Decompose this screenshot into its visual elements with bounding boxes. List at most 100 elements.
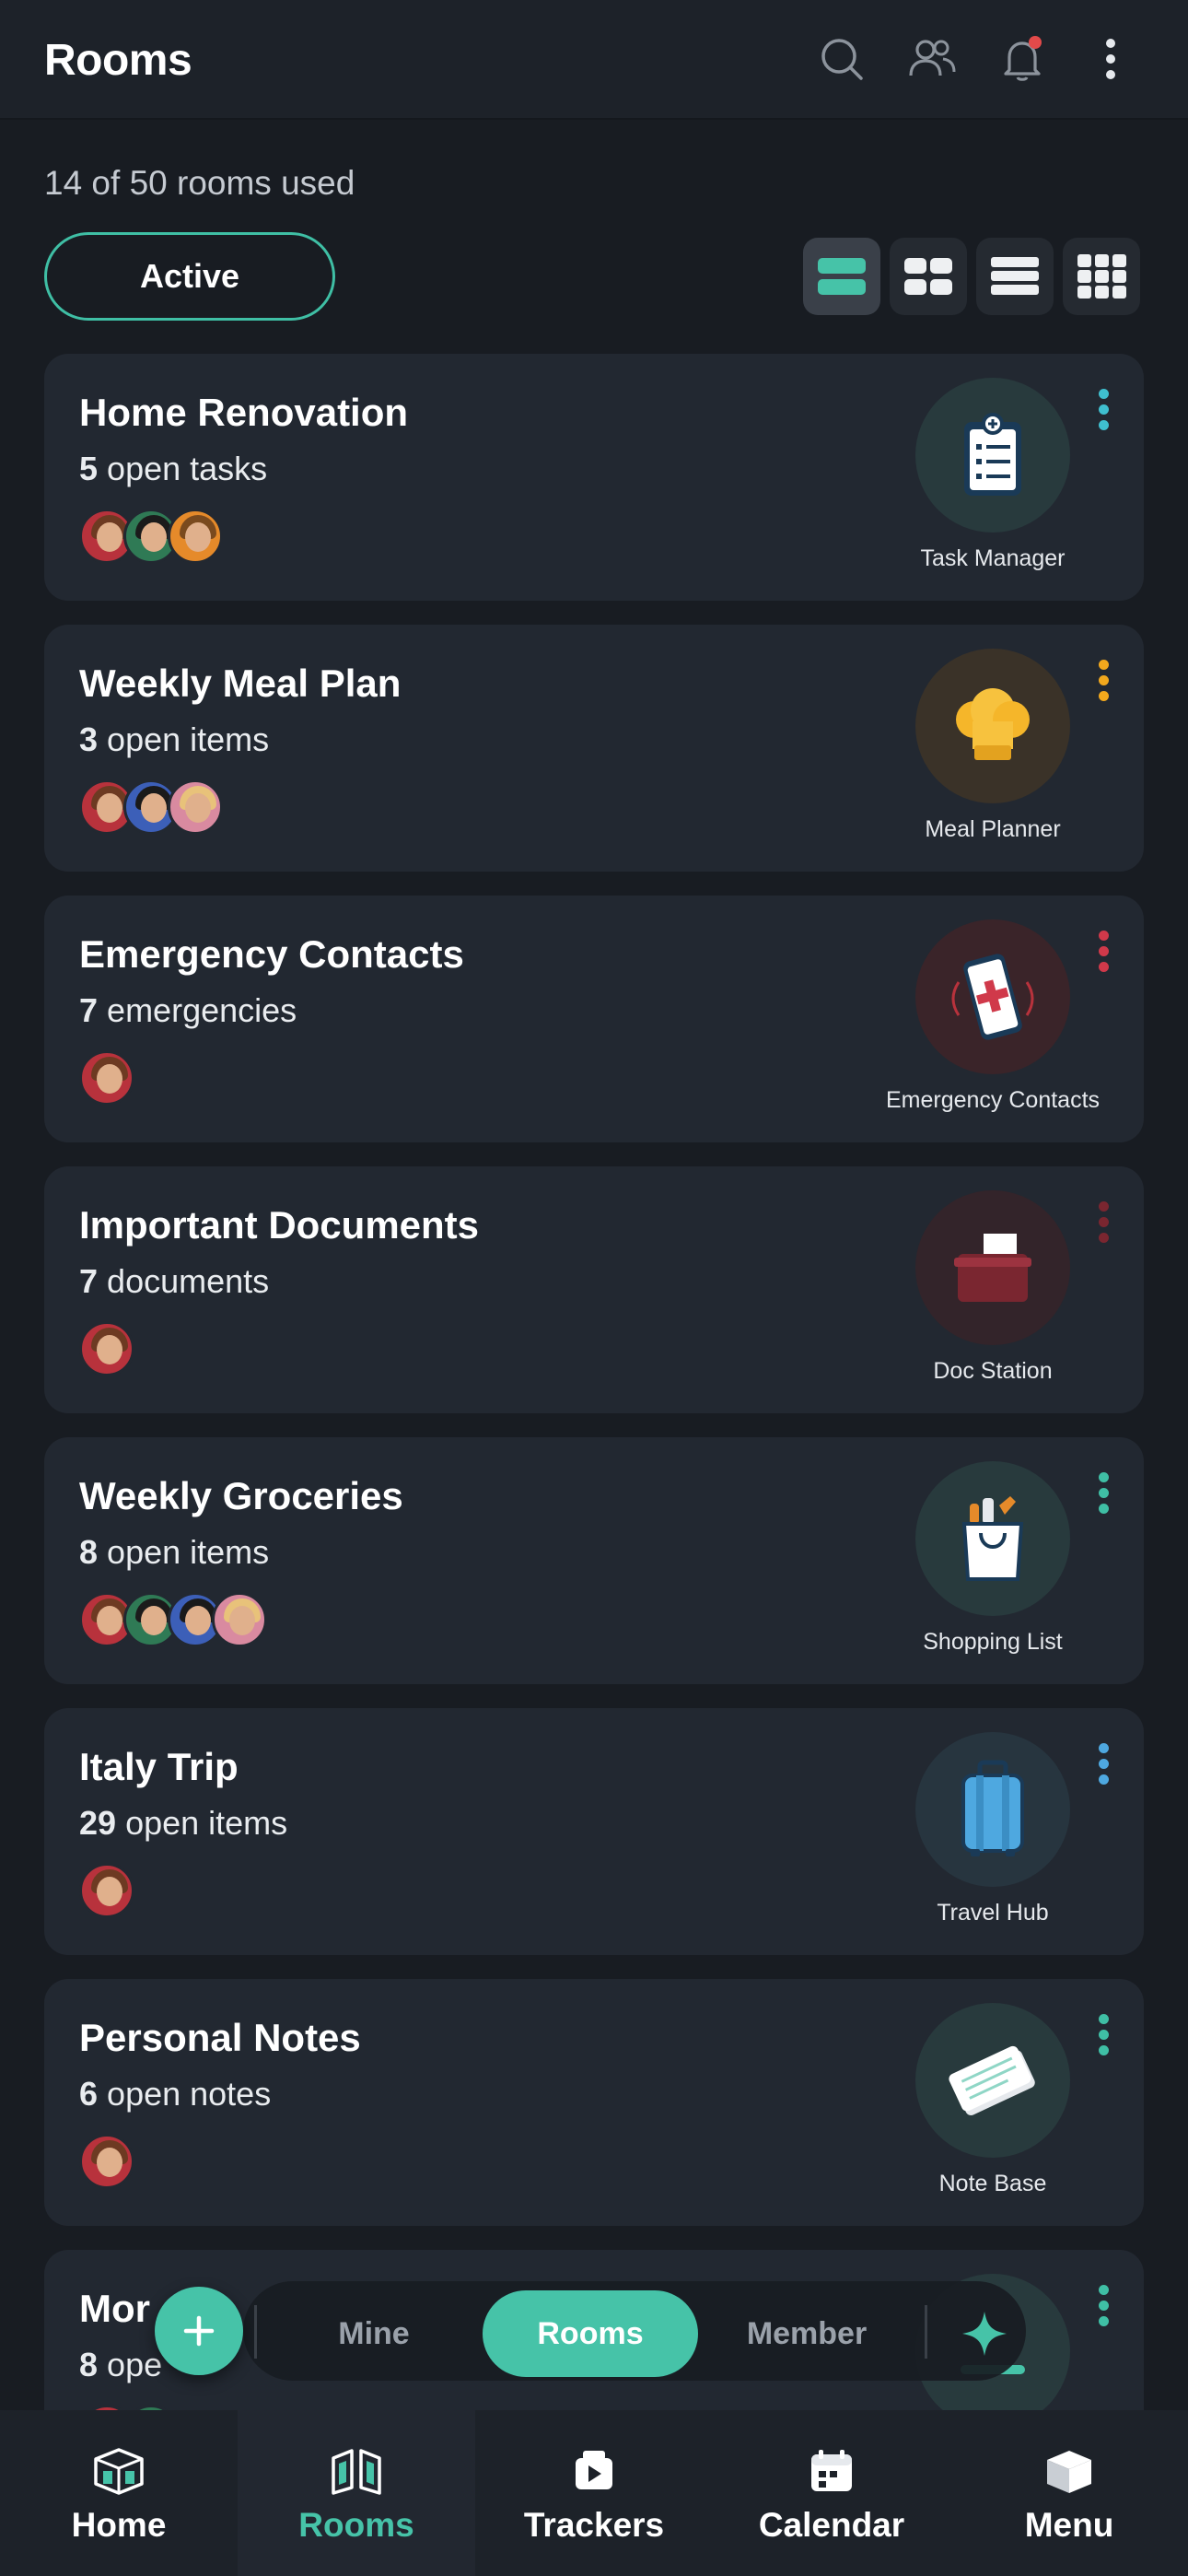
room-count-number: 8 xyxy=(79,2346,99,2383)
home-cube-icon xyxy=(91,2447,146,2495)
view-grid-2-button[interactable] xyxy=(890,238,967,315)
people-icon[interactable] xyxy=(903,29,961,88)
room-item-count: 6 open notes xyxy=(79,2075,271,2113)
app-label: Task Manager xyxy=(920,545,1066,571)
room-app-badge[interactable]: Note Base xyxy=(855,2003,1131,2215)
room-app-badge[interactable]: Shopping List xyxy=(855,1461,1131,1673)
avatar xyxy=(212,1592,267,1647)
avatar xyxy=(79,1050,134,1106)
menu-cube-icon xyxy=(1042,2447,1097,2495)
room-count-label: open items xyxy=(107,720,270,758)
view-list-large-button[interactable] xyxy=(803,238,880,315)
room-count-number: 7 xyxy=(79,1262,99,1300)
search-icon[interactable] xyxy=(812,29,871,88)
notepad-icon xyxy=(915,2003,1070,2158)
nav-trackers[interactable]: Trackers xyxy=(475,2410,713,2576)
bottom-navigation: Home Rooms Trackers Calendar Menu xyxy=(0,2410,1188,2576)
tab-member[interactable]: Member xyxy=(724,2290,890,2377)
room-name: Weekly Groceries xyxy=(79,1474,403,1517)
app-label: Doc Station xyxy=(933,1358,1053,1384)
view-list-compact-button[interactable] xyxy=(976,238,1054,315)
room-card[interactable]: Home Renovation 5 open tasks Task Manager xyxy=(44,354,1144,601)
room-options-icon[interactable] xyxy=(1094,2014,1112,2060)
room-options-icon[interactable] xyxy=(1094,2285,1112,2331)
room-name: Important Documents xyxy=(79,1203,480,1247)
room-card[interactable]: Important Documents 7 documents Doc Statio… xyxy=(44,1166,1144,1413)
room-count-label: emergencies xyxy=(107,991,297,1029)
app-label: Note Base xyxy=(938,2171,1047,2196)
room-app-badge[interactable]: Emergency Contacts xyxy=(855,919,1131,1131)
active-filter-button[interactable]: Active xyxy=(44,232,335,321)
member-avatars xyxy=(79,1863,134,1922)
room-count-number: 3 xyxy=(79,720,99,758)
member-avatars xyxy=(79,779,223,838)
nav-menu-label: Menu xyxy=(1024,2506,1114,2544)
room-app-badge[interactable]: Task Manager xyxy=(855,378,1131,590)
room-item-count: 7 emergencies xyxy=(79,991,297,1030)
room-count-label: documents xyxy=(107,1262,270,1300)
app-label: Meal Planner xyxy=(925,816,1061,842)
app-label: Travel Hub xyxy=(937,1900,1049,1926)
room-app-badge[interactable]: Meal Planner xyxy=(855,649,1131,861)
room-name: Mor xyxy=(79,2287,150,2330)
room-card[interactable]: Weekly Groceries 8 open items Shopping Lis… xyxy=(44,1437,1144,1684)
room-count-label: open items xyxy=(125,1804,288,1842)
room-options-icon[interactable] xyxy=(1094,1472,1112,1518)
room-count-number: 29 xyxy=(79,1804,117,1842)
room-name: Weekly Meal Plan xyxy=(79,662,402,705)
bell-icon[interactable] xyxy=(993,29,1052,88)
room-count-number: 7 xyxy=(79,991,99,1029)
room-count-number: 5 xyxy=(79,450,99,487)
avatar xyxy=(79,1321,134,1376)
avatar xyxy=(168,779,223,835)
room-item-count: 5 open tasks xyxy=(79,450,267,488)
room-options-icon[interactable] xyxy=(1094,389,1112,435)
rooms-usage-text: 14 of 50 rooms used xyxy=(44,164,355,202)
nav-rooms[interactable]: Rooms xyxy=(238,2410,475,2576)
avatar xyxy=(79,2134,134,2189)
room-count-label: open tasks xyxy=(107,450,268,487)
nav-home-label: Home xyxy=(71,2506,167,2544)
room-count-label: open items xyxy=(107,1533,270,1571)
suitcase-icon xyxy=(915,1732,1070,1887)
view-grid-3-button[interactable] xyxy=(1063,238,1140,315)
room-options-icon[interactable] xyxy=(1094,660,1112,706)
nav-calendar[interactable]: Calendar xyxy=(713,2410,950,2576)
member-avatars xyxy=(79,1592,267,1651)
list-compact-icon xyxy=(991,257,1039,295)
room-card[interactable]: Weekly Meal Plan 3 open items Meal Planner xyxy=(44,625,1144,872)
room-card[interactable]: Italy Trip 29 open items Travel Hub xyxy=(44,1708,1144,1955)
switcher-divider xyxy=(254,2305,257,2359)
top-app-bar: Rooms xyxy=(0,0,1188,120)
more-vertical-icon[interactable] xyxy=(1081,29,1140,88)
page-title: Rooms xyxy=(44,36,192,85)
tab-mine[interactable]: Mine xyxy=(291,2290,457,2377)
nav-home[interactable]: Home xyxy=(0,2410,238,2576)
room-item-count: 29 open items xyxy=(79,1804,287,1843)
room-name: Personal Notes xyxy=(79,2016,361,2059)
add-room-button[interactable] xyxy=(155,2287,243,2375)
room-options-icon[interactable] xyxy=(1094,931,1112,977)
room-item-count: 7 documents xyxy=(79,1262,269,1301)
calendar-icon xyxy=(804,2447,859,2495)
sparkle-icon[interactable] xyxy=(952,2301,1017,2366)
room-app-badge[interactable]: Travel Hub xyxy=(855,1732,1131,1944)
shopping-bag-icon xyxy=(915,1461,1070,1616)
room-app-badge[interactable]: Doc Station xyxy=(855,1190,1131,1402)
room-options-icon[interactable] xyxy=(1094,1201,1112,1247)
member-avatars xyxy=(79,1321,134,1380)
room-count-number: 6 xyxy=(79,2075,99,2113)
phone-emergency-icon xyxy=(915,919,1070,1074)
room-card[interactable]: Emergency Contacts 7 emergencies Emergency… xyxy=(44,896,1144,1142)
list-large-icon xyxy=(818,258,866,295)
member-avatars xyxy=(79,1050,134,1109)
room-name: Italy Trip xyxy=(79,1745,239,1788)
avatar xyxy=(168,509,223,564)
room-options-icon[interactable] xyxy=(1094,1743,1112,1789)
room-item-count: 8 ope xyxy=(79,2346,162,2384)
nav-menu[interactable]: Menu xyxy=(950,2410,1188,2576)
room-card[interactable]: Personal Notes 6 open notes Note Base xyxy=(44,1979,1144,2226)
tab-rooms[interactable]: Rooms xyxy=(483,2290,698,2377)
plus-icon xyxy=(183,2315,215,2347)
nav-rooms-label: Rooms xyxy=(298,2506,414,2544)
